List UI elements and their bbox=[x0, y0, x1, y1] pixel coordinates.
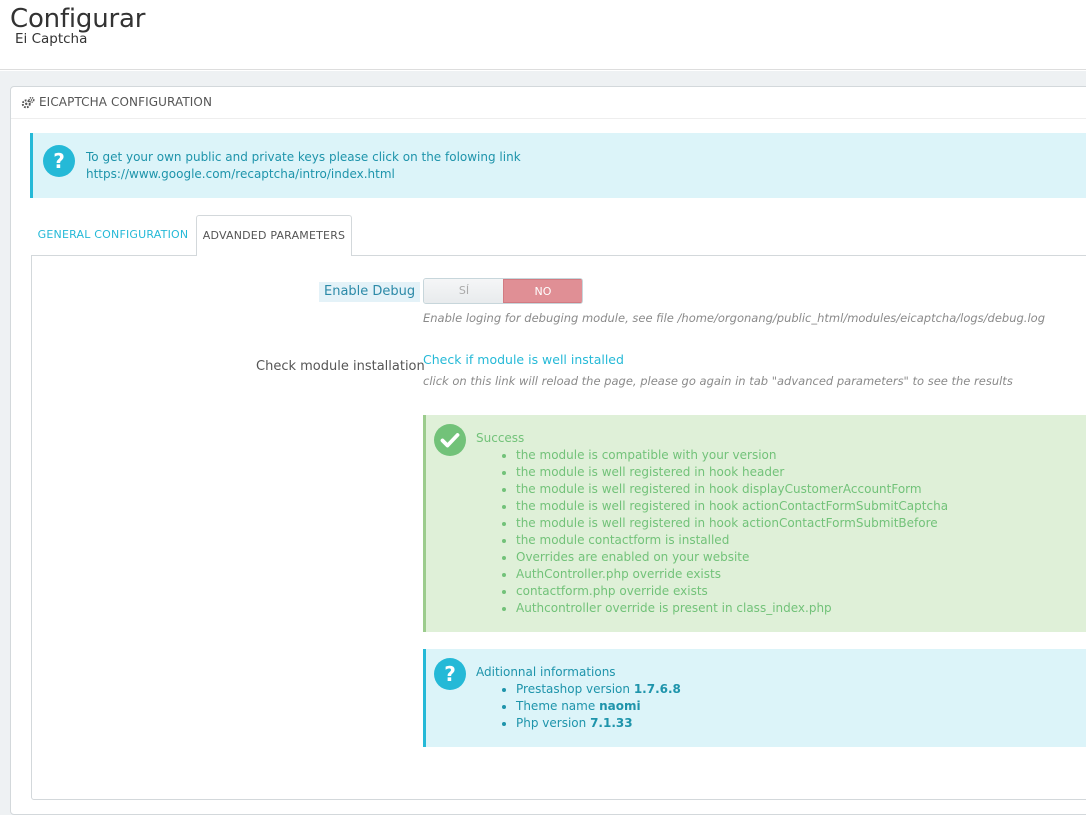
list-item: Php version 7.1.33 bbox=[516, 715, 681, 732]
list-item: the module is well registered in hook ac… bbox=[516, 498, 948, 515]
check-help-text: click on this link will reload the page,… bbox=[423, 374, 1013, 388]
switch-option-yes[interactable]: SÍ bbox=[424, 279, 504, 303]
panel-title: EICAPTCHA CONFIGURATION bbox=[39, 95, 213, 109]
question-circle-icon: ? bbox=[434, 658, 466, 690]
list-item: the module is well registered in hook di… bbox=[516, 481, 948, 498]
info-alert-keys: ? To get your own public and private key… bbox=[30, 133, 1086, 198]
cogs-icon bbox=[21, 96, 35, 109]
svg-text:?: ? bbox=[444, 662, 456, 686]
tab-general-configuration[interactable]: GENERAL CONFIGURATION bbox=[32, 215, 194, 255]
list-item: the module is well registered in hook ac… bbox=[516, 515, 948, 532]
page-subtitle: Ei Captcha bbox=[15, 31, 88, 47]
success-list: the module is compatible with your versi… bbox=[516, 447, 948, 617]
success-heading: Success bbox=[476, 431, 525, 445]
enable-debug-label: Enable Debug bbox=[319, 282, 421, 302]
question-circle-icon: ? bbox=[43, 145, 75, 177]
list-item: the module is well registered in hook he… bbox=[516, 464, 948, 481]
page-title: Configurar bbox=[10, 4, 146, 34]
check-circle-icon bbox=[434, 424, 466, 456]
additional-info-alert: ? Aditionnal informations Prestashop ver… bbox=[423, 649, 1086, 747]
list-item: the module contactform is installed bbox=[516, 532, 948, 549]
list-item: Authcontroller override is present in cl… bbox=[516, 600, 948, 617]
list-item: contactform.php override exists bbox=[516, 583, 948, 600]
tab-advanced-parameters[interactable]: ADVANDED PARAMETERS bbox=[196, 215, 352, 256]
page-header: Configurar Ei Captcha bbox=[0, 0, 1086, 70]
check-installation-link[interactable]: Check if module is well installed bbox=[423, 352, 624, 367]
svg-text:?: ? bbox=[53, 149, 65, 173]
recaptcha-link[interactable]: https://www.google.com/recaptcha/intro/i… bbox=[86, 167, 395, 181]
list-item: Overrides are enabled on your website bbox=[516, 549, 948, 566]
check-installation-label: Check module installation bbox=[256, 359, 425, 374]
additional-info-list: Prestashop version 1.7.6.8 Theme name na… bbox=[516, 681, 681, 732]
additional-info-heading: Aditionnal informations bbox=[476, 665, 616, 679]
list-item: Prestashop version 1.7.6.8 bbox=[516, 681, 681, 698]
debug-help-text: Enable loging for debuging module, see f… bbox=[423, 311, 1045, 325]
panel-heading: EICAPTCHA CONFIGURATION bbox=[11, 87, 1086, 119]
info-alert-text: To get your own public and private keys … bbox=[86, 150, 521, 164]
list-item: the module is compatible with your versi… bbox=[516, 447, 948, 464]
list-item: AuthController.php override exists bbox=[516, 566, 948, 583]
list-item: Theme name naomi bbox=[516, 698, 681, 715]
success-alert: Success the module is compatible with yo… bbox=[423, 415, 1086, 632]
switch-option-no[interactable]: NO bbox=[503, 279, 582, 303]
enable-debug-switch[interactable]: SÍ NO bbox=[423, 278, 583, 304]
